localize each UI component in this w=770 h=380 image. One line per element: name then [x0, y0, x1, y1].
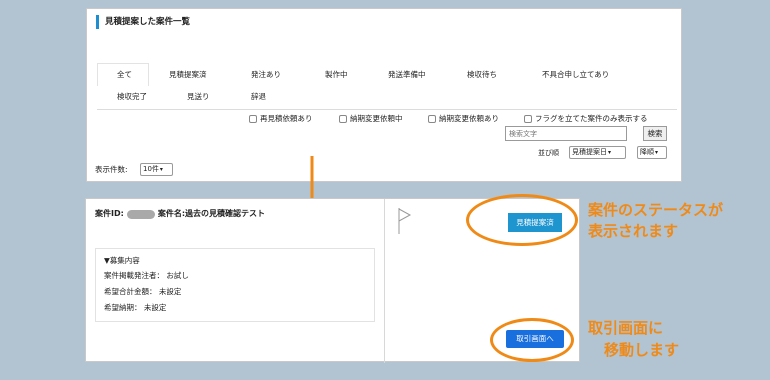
status-highlight-ring — [466, 194, 578, 246]
sort-label: 並び順 — [538, 149, 559, 157]
case-name: 案件名:過去の見積確認テスト — [157, 209, 266, 218]
tab-in-production[interactable]: 製作中 — [325, 69, 348, 81]
page-size-select[interactable]: 10件▾ — [140, 163, 173, 176]
tab-divider — [97, 109, 677, 110]
checkbox-icon[interactable] — [428, 115, 436, 123]
checkbox-icon[interactable] — [249, 115, 257, 123]
info-budget: 希望合計金額： 未設定 — [104, 287, 182, 296]
filter-deadline-change[interactable]: 納期変更依頼あり — [428, 113, 499, 125]
status-callout-line1: 案件のステータスが — [588, 201, 724, 219]
case-header: 案件ID: 案件名:過去の見積確認テスト — [95, 208, 265, 220]
chevron-down-icon: ▾ — [655, 149, 659, 156]
tab-passed[interactable]: 見送り — [187, 91, 210, 103]
tab-awaiting-inspection[interactable]: 検収待ち — [467, 69, 497, 81]
status-callout-line2: 表示されます — [588, 222, 679, 240]
info-title[interactable]: ▼募集内容 — [104, 255, 140, 267]
sort-order-select[interactable]: 降順▾ — [637, 146, 667, 159]
sort-field-value: 見積提案日 — [572, 148, 607, 156]
page-size-label: 表示件数: — [95, 165, 128, 174]
chevron-down-icon: ▾ — [159, 166, 163, 173]
info-deadline: 希望納期： 未設定 — [104, 303, 167, 312]
search-button[interactable]: 検索 — [643, 126, 667, 141]
panel-divider — [384, 199, 385, 363]
filter-label: 納期変更依頼あり — [439, 114, 499, 123]
trade-callout-line2: 移動します — [604, 341, 680, 359]
filter-requote[interactable]: 再見積依頼あり — [249, 113, 313, 125]
checkbox-icon[interactable] — [524, 115, 532, 123]
tab-all[interactable]: 全て — [117, 69, 132, 81]
search-input[interactable] — [505, 126, 627, 141]
filter-label: 納期変更依頼中 — [350, 114, 403, 123]
checkbox-icon[interactable] — [339, 115, 347, 123]
page-size-value: 10件 — [143, 165, 159, 173]
redacted-case-id — [126, 209, 155, 219]
tab-inspection-complete[interactable]: 検収完了 — [117, 91, 147, 103]
trade-highlight-ring — [490, 318, 574, 362]
filter-label: 再見積依頼あり — [260, 114, 313, 123]
chevron-down-icon: ▾ — [608, 149, 612, 156]
tab-preparing-shipment[interactable]: 発送準備中 — [388, 69, 426, 81]
recruitment-info-box: ▼募集内容 案件掲載発注者： お試し 希望合計金額： 未設定 希望納期： 未設定 — [95, 248, 375, 322]
filter-flagged-only[interactable]: フラグを立てた案件のみ表示する — [524, 113, 648, 125]
sort-field-select[interactable]: 見積提案日▾ — [569, 146, 626, 159]
info-orderer: 案件掲載発注者： お試し — [104, 271, 189, 280]
tab-defect-claim[interactable]: 不具合申し立てあり — [542, 69, 609, 81]
trade-callout-line1: 取引画面に — [588, 319, 664, 337]
case-list-panel: 見積提案した案件一覧 全て 見積提案済 発注あり 製作中 発送準備中 検収待ち … — [86, 8, 682, 182]
filter-label: フラグを立てた案件のみ表示する — [535, 114, 648, 123]
tab-declined[interactable]: 辞退 — [251, 91, 266, 103]
page-title: 見積提案した案件一覧 — [96, 15, 190, 29]
filter-deadline-change-pending[interactable]: 納期変更依頼中 — [339, 113, 403, 125]
tab-ordered[interactable]: 発注あり — [251, 69, 281, 81]
tab-quoted[interactable]: 見積提案済 — [169, 69, 207, 81]
case-id-label: 案件ID: — [95, 209, 124, 218]
sort-order-value: 降順 — [640, 148, 654, 156]
flag-icon[interactable] — [396, 206, 412, 236]
